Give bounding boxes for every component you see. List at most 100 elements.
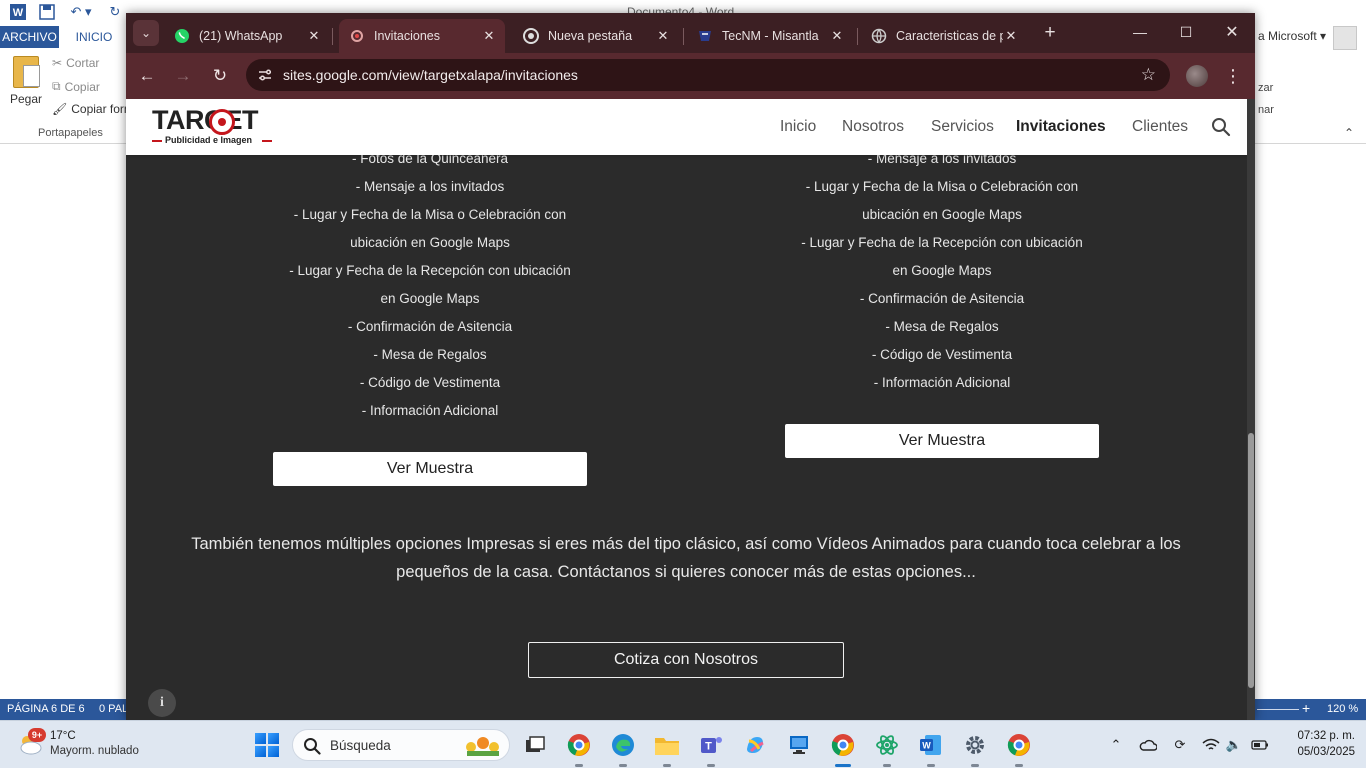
logo-accent-bar xyxy=(152,140,162,142)
redo-icon[interactable]: ↻ xyxy=(106,3,124,21)
search-icon[interactable] xyxy=(1211,117,1231,137)
nav-inicio[interactable]: Inicio xyxy=(780,118,816,136)
tab-whatsapp[interactable]: (21) WhatsApp ✕ xyxy=(164,19,330,53)
zoom-level[interactable]: 120 % xyxy=(1327,703,1358,715)
url-text: sites.google.com/view/targetxalapa/invit… xyxy=(283,67,578,83)
word-tab-file[interactable]: ARCHIVO xyxy=(0,26,59,48)
zoom-slider[interactable] xyxy=(1257,709,1299,710)
ver-muestra-button-left[interactable]: Ver Muestra xyxy=(273,452,587,486)
windows-start-icon[interactable] xyxy=(255,733,279,757)
copy-label: Copiar xyxy=(64,79,100,94)
site-page: TARGET Publicidad e Imagen Inicio Nosotr… xyxy=(126,99,1247,720)
nav-servicios[interactable]: Servicios xyxy=(931,118,994,136)
ver-muestra-button-right[interactable]: Ver Muestra xyxy=(785,424,1099,458)
search-placeholder: Búsqueda xyxy=(330,738,391,753)
paste-button[interactable]: Pegar xyxy=(6,56,46,118)
list-item: - Mensaje a los invitados xyxy=(355,179,505,194)
site-info-icon[interactable] xyxy=(256,66,274,84)
window-close-icon[interactable]: ✕ xyxy=(1219,21,1245,43)
teams-icon[interactable]: T xyxy=(697,731,725,767)
battery-icon[interactable] xyxy=(1250,735,1270,755)
clock-date[interactable]: 05/03/2025 xyxy=(1285,746,1355,758)
close-icon[interactable]: ✕ xyxy=(829,28,845,44)
tab-nueva-pestana[interactable]: Nueva pestaña ✕ xyxy=(513,19,679,53)
cut-button[interactable]: ✂ Cortar xyxy=(52,56,99,70)
svg-text:W: W xyxy=(13,7,24,19)
weather-temp[interactable]: 17°C xyxy=(50,730,76,742)
wifi-icon[interactable] xyxy=(1201,735,1221,755)
clipboard-icon xyxy=(13,56,40,88)
zoom-in-icon[interactable]: + xyxy=(1302,700,1310,716)
remote-desktop-icon[interactable] xyxy=(785,731,813,759)
chrome-taskbar-icon[interactable] xyxy=(565,731,593,767)
chrome-profile-taskbar-icon[interactable] xyxy=(1005,731,1033,767)
whatsapp-icon xyxy=(174,28,190,44)
edge-icon[interactable] xyxy=(609,731,637,767)
forward-icon[interactable]: → xyxy=(171,64,195,88)
logo-wordmark: TARGET xyxy=(152,105,259,135)
cut-label: Cortar xyxy=(66,56,100,70)
task-view-icon[interactable] xyxy=(521,731,549,759)
close-icon[interactable]: ✕ xyxy=(481,28,497,44)
maximize-icon[interactable]: ☐ xyxy=(1173,21,1199,43)
tab-search-button[interactable]: ⌄ xyxy=(133,20,159,46)
back-icon[interactable]: ← xyxy=(135,64,159,88)
tab-tecnm[interactable]: TecNM - Misantla ✕ xyxy=(687,19,853,53)
close-icon[interactable]: ✕ xyxy=(1003,28,1019,44)
chevron-up-icon[interactable]: ⌃ xyxy=(1106,735,1126,755)
list-item: - Lugar y Fecha de la Recepción con ubic… xyxy=(289,263,571,278)
copilot-icon[interactable] xyxy=(741,731,769,759)
volume-icon[interactable]: 🔈 xyxy=(1224,735,1244,755)
list-item: - Lugar y Fecha de la Recepción con ubic… xyxy=(801,235,1083,250)
settings-gear-icon[interactable] xyxy=(961,731,989,767)
tab-invitaciones[interactable]: Invitaciones ✕ xyxy=(339,19,505,53)
nav-invitaciones[interactable]: Invitaciones xyxy=(1016,118,1106,136)
word-account-fragment[interactable]: a Microsoft ▾ xyxy=(1258,29,1326,43)
chrome-active-taskbar-icon[interactable] xyxy=(829,731,857,767)
nav-nosotros[interactable]: Nosotros xyxy=(842,118,904,136)
nav-clientes[interactable]: Clientes xyxy=(1132,118,1188,136)
list-item: - Confirmación de Asitencia xyxy=(347,319,513,334)
info-icon[interactable]: i xyxy=(148,689,176,717)
cotiza-button[interactable]: Cotiza con Nosotros xyxy=(528,642,844,678)
tab-title: Caracteristicas de p xyxy=(896,29,1003,43)
atom-icon[interactable] xyxy=(873,731,901,767)
account-avatar[interactable] xyxy=(1333,26,1357,50)
tab-separator xyxy=(683,28,684,45)
copy-button[interactable]: ⧉ Copiar xyxy=(52,79,100,94)
profile-avatar[interactable] xyxy=(1186,65,1208,87)
save-icon[interactable] xyxy=(37,3,57,21)
bookmark-star-icon[interactable]: ☆ xyxy=(1141,65,1156,85)
more-menu-icon[interactable]: ⋮ xyxy=(1224,64,1242,88)
file-explorer-icon[interactable] xyxy=(653,731,681,767)
undo-icon[interactable]: ↶ ▾ xyxy=(66,3,96,21)
minimize-icon[interactable]: — xyxy=(1127,21,1153,43)
clipboard-group-label: Portapapeles xyxy=(38,127,103,139)
page-scrollbar[interactable] xyxy=(1247,99,1255,720)
browser-toolbar: ← → ↻ sites.google.com/view/targetxalapa… xyxy=(126,53,1255,99)
tab-caracteristicas[interactable]: Caracteristicas de p ✕ xyxy=(861,19,1027,53)
address-bar[interactable]: sites.google.com/view/targetxalapa/invit… xyxy=(246,59,1170,91)
list-item: - Lugar y Fecha de la Misa o Celebración… xyxy=(293,207,567,222)
close-icon[interactable]: ✕ xyxy=(306,28,322,44)
collapse-ribbon-icon[interactable]: ⌃ xyxy=(1344,126,1354,140)
word-tab-home[interactable]: INICIO xyxy=(66,26,122,48)
chrome-window: ⌄ (21) WhatsApp ✕ Invitaciones ✕ Nueva p… xyxy=(126,13,1255,720)
clock-time[interactable]: 07:32 p. m. xyxy=(1285,730,1355,742)
target-logo[interactable]: TARGET Publicidad e Imagen xyxy=(152,105,274,147)
replace-button-fragment[interactable]: zar xyxy=(1258,82,1273,94)
sync-icon[interactable]: ⟳ xyxy=(1170,735,1190,755)
word-taskbar-icon[interactable]: W xyxy=(917,731,945,767)
close-icon[interactable]: ✕ xyxy=(655,28,671,44)
reload-icon[interactable]: ↻ xyxy=(208,64,232,88)
tab-separator xyxy=(332,28,333,45)
scrollbar-thumb[interactable] xyxy=(1248,433,1254,688)
onedrive-cloud-icon[interactable] xyxy=(1138,735,1158,755)
list-item: ubicación en Google Maps xyxy=(350,235,510,250)
copy-icon: ⧉ xyxy=(52,79,61,93)
new-tab-button[interactable]: + xyxy=(1039,22,1061,44)
taskbar-search[interactable]: Búsqueda xyxy=(292,729,510,761)
search-icon xyxy=(304,738,321,755)
select-button-fragment[interactable]: nar xyxy=(1258,104,1274,116)
weather-description[interactable]: Mayorm. nublado xyxy=(50,745,139,757)
